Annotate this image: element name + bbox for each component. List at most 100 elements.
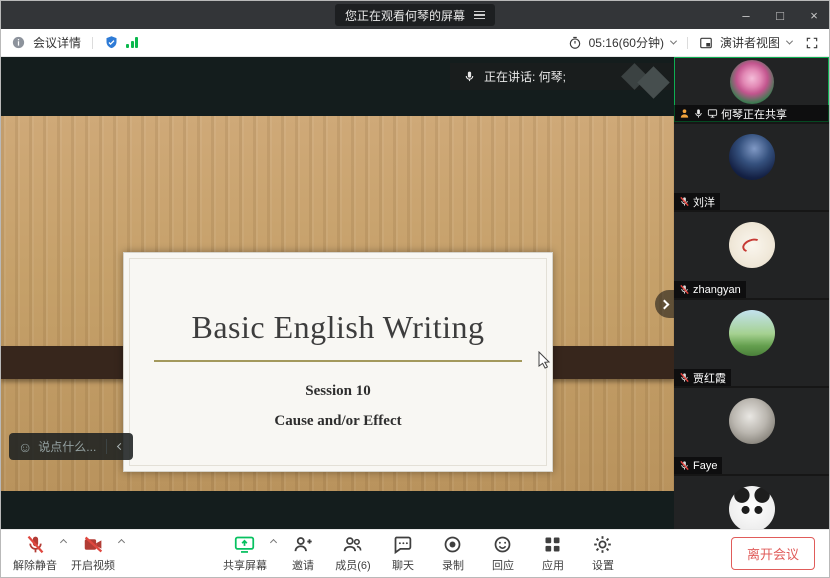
- slide-title: Basic English Writing: [124, 309, 552, 346]
- start-video-label: 开启视频: [71, 557, 115, 573]
- mic-muted-icon: [679, 460, 690, 471]
- meeting-details-button[interactable]: 会议详情: [33, 34, 81, 51]
- minimize-button[interactable]: –: [739, 8, 753, 23]
- record-label: 录制: [442, 557, 464, 573]
- security-shield-icon[interactable]: [104, 35, 119, 50]
- participant-tile[interactable]: [674, 476, 829, 529]
- slide-ribbon-right: [539, 346, 674, 379]
- participant-name: 贾红霞: [693, 370, 726, 386]
- invite-label: 邀请: [292, 557, 314, 573]
- meeting-toolbar: 会议详情 05:16(60分钟) 演讲者视图: [1, 29, 829, 57]
- participant-label: zhangyan: [674, 281, 746, 298]
- watching-banner[interactable]: 您正在观看何琴的屏幕: [335, 4, 495, 26]
- participant-label: 刘洋: [674, 193, 720, 210]
- window-controls: – □ ×: [739, 1, 821, 29]
- main-area: 正在讲话: 何琴; Basic English Writing Session …: [1, 57, 829, 529]
- apps-label: 应用: [542, 557, 564, 573]
- slide-session: Session 10: [124, 383, 552, 400]
- apps-button[interactable]: 应用: [529, 530, 577, 578]
- video-options-chevron-icon[interactable]: [118, 538, 125, 545]
- record-icon: [442, 534, 463, 555]
- unmute-label: 解除静音: [13, 557, 57, 573]
- quick-chat-input[interactable]: ☺ 说点什么...: [9, 433, 133, 460]
- members-button[interactable]: 成员(6): [329, 530, 377, 578]
- participant-label: 贾红霞: [674, 369, 731, 386]
- mic-muted-icon: [679, 284, 690, 295]
- settings-gear-icon: [592, 534, 613, 555]
- invite-button[interactable]: 邀请: [279, 530, 327, 578]
- maximize-button[interactable]: □: [773, 8, 787, 23]
- cat-avatar: [729, 398, 775, 444]
- chat-label: 聊天: [392, 557, 414, 573]
- collapse-chat-button[interactable]: [107, 433, 133, 460]
- settings-button[interactable]: 设置: [579, 530, 627, 578]
- participant-name: Faye: [693, 460, 717, 472]
- participant-name: zhangyan: [693, 284, 741, 296]
- participant-tile[interactable]: 刘洋: [674, 124, 829, 210]
- mic-muted-icon: [25, 534, 46, 555]
- titlebar: 您正在观看何琴的屏幕 – □ ×: [1, 1, 829, 29]
- host-badge-icon: [679, 108, 690, 119]
- slide-ribbon-left: [1, 346, 137, 379]
- participant-tile-sharing[interactable]: 何琴正在共享: [674, 57, 829, 122]
- unmute-button[interactable]: 解除静音: [9, 530, 67, 578]
- mouse-cursor-icon: [538, 351, 551, 369]
- control-bar: 解除静音 开启视频 共享屏幕 邀请 成员(6): [1, 529, 829, 577]
- speaking-mic-icon: [463, 70, 476, 83]
- menu-icon[interactable]: [474, 11, 485, 20]
- lotus-flower-avatar: [730, 60, 774, 104]
- shared-screen-stage: 正在讲话: 何琴; Basic English Writing Session …: [1, 57, 674, 529]
- timer-chevron-down-icon[interactable]: [670, 38, 677, 45]
- red-crane-avatar: [729, 222, 775, 268]
- invite-person-icon: [292, 534, 313, 555]
- participant-name: 刘洋: [693, 194, 715, 210]
- share-screen-icon: [234, 534, 255, 555]
- fullscreen-button[interactable]: [805, 36, 819, 50]
- info-icon: [11, 35, 26, 50]
- chat-bubble-icon: [392, 534, 413, 555]
- slide-topic: Cause and/or Effect: [124, 413, 552, 430]
- view-chevron-down-icon[interactable]: [786, 38, 793, 45]
- meeting-timer[interactable]: 05:16(60分钟): [589, 34, 664, 51]
- mic-on-icon: [693, 108, 704, 119]
- meeting-window: 您正在观看何琴的屏幕 – □ × 会议详情 05:16(60分钟): [0, 0, 830, 578]
- participant-tile[interactable]: 贾红霞: [674, 300, 829, 386]
- night-sky-avatar: [729, 134, 775, 180]
- close-button[interactable]: ×: [807, 8, 821, 23]
- slide-title-card: Basic English Writing Session 10 Cause a…: [123, 252, 553, 472]
- participant-name: 何琴正在共享: [721, 106, 787, 122]
- reaction-icon: [492, 534, 513, 555]
- participant-tile[interactable]: Faye: [674, 388, 829, 474]
- timer-icon: [568, 36, 582, 50]
- react-button[interactable]: 回应: [479, 530, 527, 578]
- settings-label: 设置: [592, 557, 614, 573]
- react-label: 回应: [492, 557, 514, 573]
- share-screen-button[interactable]: 共享屏幕: [219, 530, 277, 578]
- apps-grid-icon: [542, 534, 563, 555]
- divider: [92, 37, 93, 49]
- layout-view-icon: [699, 36, 713, 50]
- emoji-icon[interactable]: ☺: [18, 440, 32, 454]
- members-icon: [342, 534, 363, 555]
- leave-meeting-button[interactable]: 离开会议: [731, 537, 815, 570]
- chat-placeholder: 说点什么...: [38, 438, 96, 455]
- chat-button[interactable]: 聊天: [379, 530, 427, 578]
- participant-tile[interactable]: zhangyan: [674, 212, 829, 298]
- unmute-options-chevron-icon[interactable]: [60, 538, 67, 545]
- meadow-avatar: [729, 310, 775, 356]
- record-button[interactable]: 录制: [429, 530, 477, 578]
- screen-share-small-icon: [707, 108, 718, 119]
- camera-muted-icon: [83, 534, 104, 555]
- network-signal-icon[interactable]: [126, 37, 138, 48]
- participant-label: 何琴正在共享: [674, 105, 829, 122]
- watching-banner-label: 您正在观看何琴的屏幕: [345, 7, 465, 24]
- share-options-chevron-icon[interactable]: [270, 538, 277, 545]
- participant-label: Faye: [674, 457, 722, 474]
- speaking-indicator: 正在讲话: 何琴;: [450, 63, 674, 90]
- start-video-button[interactable]: 开启视频: [67, 530, 125, 578]
- divider: [687, 37, 688, 49]
- panda-avatar: [729, 486, 775, 529]
- mic-muted-icon: [679, 372, 690, 383]
- view-mode-button[interactable]: 演讲者视图: [720, 34, 780, 51]
- participants-sidebar: 何琴正在共享 刘洋 zhangyan: [674, 57, 829, 529]
